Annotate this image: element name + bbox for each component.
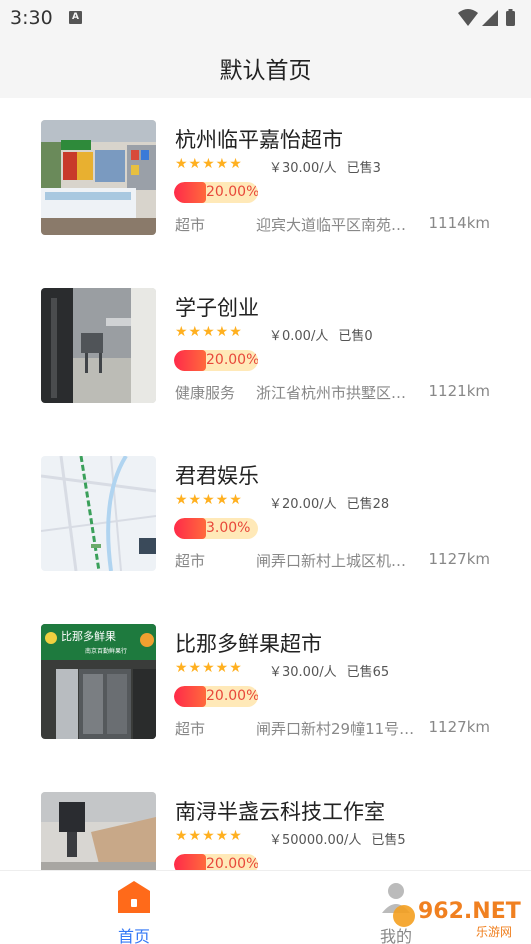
- store-item[interactable]: 学子创业 ★★★★★ ￥0.00/人 已售0 20.00% 健康服务 浙江省杭州市…: [0, 266, 531, 416]
- store-name: 比那多鲜果超市: [175, 632, 322, 656]
- store-address: 闸弄口新村29幢11号…: [256, 720, 415, 738]
- discount-value: 3.00%: [206, 520, 251, 536]
- store-thumbnail: [41, 120, 156, 235]
- price-per-person: ￥30.00/人 已售3: [269, 157, 381, 176]
- battery-icon: [506, 11, 515, 26]
- store-thumbnail: [41, 288, 156, 403]
- store-distance: 1121km: [428, 382, 490, 400]
- sold-count: 已售65: [346, 665, 390, 680]
- store-name: 学子创业: [175, 296, 259, 320]
- shop-sign-text: 比那多鲜果: [61, 629, 116, 643]
- rating-stars: ★★★★★: [175, 324, 243, 340]
- shop-sign-subtext: 南京百勤鲜果行: [85, 647, 127, 655]
- tab-home-label: 首页: [117, 927, 150, 944]
- watermark-subtext: 乐游网: [476, 925, 512, 939]
- status-time: 3:30: [10, 7, 53, 29]
- discount-badge: 3.00%: [174, 518, 258, 539]
- home-icon: [118, 881, 150, 913]
- rating-stars: ★★★★★: [175, 660, 243, 676]
- price-value: ￥50000.00/人: [269, 833, 362, 848]
- store-name: 杭州临平嘉怡超市: [175, 128, 343, 152]
- price-value: ￥30.00/人: [269, 665, 337, 680]
- discount-badge: 20.00%: [174, 350, 258, 371]
- store-category: 健康服务: [175, 384, 236, 402]
- store-item[interactable]: 杭州临平嘉怡超市 ★★★★★ ￥30.00/人 已售3 20.00% 超市 迎宾大…: [0, 98, 531, 248]
- price-value: ￥30.00/人: [269, 161, 337, 176]
- sold-count: 已售0: [338, 329, 373, 344]
- store-item[interactable]: 比那多鲜果 南京百勤鲜果行 比那多鲜果超市 ★★★★★ ￥30.00/人 已售65…: [0, 602, 531, 752]
- price-value: ￥0.00/人: [269, 329, 329, 344]
- price-per-person: ￥30.00/人 已售65: [269, 661, 389, 680]
- watermark-text: 962.NET: [418, 899, 521, 924]
- discount-badge: 20.00%: [174, 686, 258, 707]
- rating-stars: ★★★★★: [175, 492, 243, 508]
- store-item[interactable]: 南浔半盏云科技工作室 ★★★★★ ￥50000.00/人 已售5 20.00%: [0, 770, 531, 870]
- store-address: 浙江省杭州市拱墅区…: [256, 384, 407, 402]
- store-thumbnail: [41, 792, 156, 870]
- signal-icon: [482, 10, 498, 26]
- sold-count: 已售5: [371, 833, 406, 848]
- notification-icon: A: [69, 11, 82, 24]
- store-address: 闸弄口新村上城区机…: [256, 552, 407, 570]
- tab-home[interactable]: 首页: [104, 877, 164, 944]
- store-distance: 1114km: [428, 214, 490, 232]
- store-name: 君君娱乐: [175, 464, 259, 488]
- discount-value: 20.00%: [206, 352, 258, 368]
- store-distance: 1127km: [428, 550, 490, 568]
- store-category: 超市: [175, 720, 206, 738]
- discount-badge: 20.00%: [174, 854, 258, 870]
- price-per-person: ￥0.00/人 已售0: [269, 325, 373, 344]
- status-bar: 3:30 A: [0, 0, 531, 36]
- rating-stars: ★★★★★: [175, 156, 243, 172]
- store-name: 南浔半盏云科技工作室: [175, 800, 385, 824]
- status-icons: [458, 9, 515, 26]
- store-thumbnail: 比那多鲜果 南京百勤鲜果行: [41, 624, 156, 739]
- price-per-person: ￥50000.00/人 已售5: [269, 829, 406, 848]
- discount-value: 20.00%: [206, 688, 258, 704]
- watermark-logo: 962.NET 乐游网: [393, 899, 521, 939]
- store-address: 迎宾大道临平区南苑…: [256, 216, 407, 234]
- store-thumbnail: [41, 456, 156, 571]
- price-per-person: ￥20.00/人 已售28: [269, 493, 389, 512]
- discount-value: 20.00%: [206, 184, 258, 200]
- store-category: 超市: [175, 216, 206, 234]
- page-title: 默认首页: [219, 58, 312, 84]
- store-distance: 1127km: [428, 718, 490, 736]
- wifi-icon: [458, 9, 478, 26]
- store-list[interactable]: 杭州临平嘉怡超市 ★★★★★ ￥30.00/人 已售3 20.00% 超市 迎宾大…: [0, 98, 531, 870]
- sold-count: 已售3: [346, 161, 381, 176]
- nav-bar: 默认首页: [0, 36, 531, 98]
- price-value: ￥20.00/人: [269, 497, 337, 512]
- discount-value: 20.00%: [206, 856, 258, 870]
- store-category: 超市: [175, 552, 206, 570]
- rating-stars: ★★★★★: [175, 828, 243, 844]
- store-item[interactable]: 君君娱乐 ★★★★★ ￥20.00/人 已售28 3.00% 超市 闸弄口新村上城…: [0, 434, 531, 584]
- discount-badge: 20.00%: [174, 182, 258, 203]
- sold-count: 已售28: [346, 497, 390, 512]
